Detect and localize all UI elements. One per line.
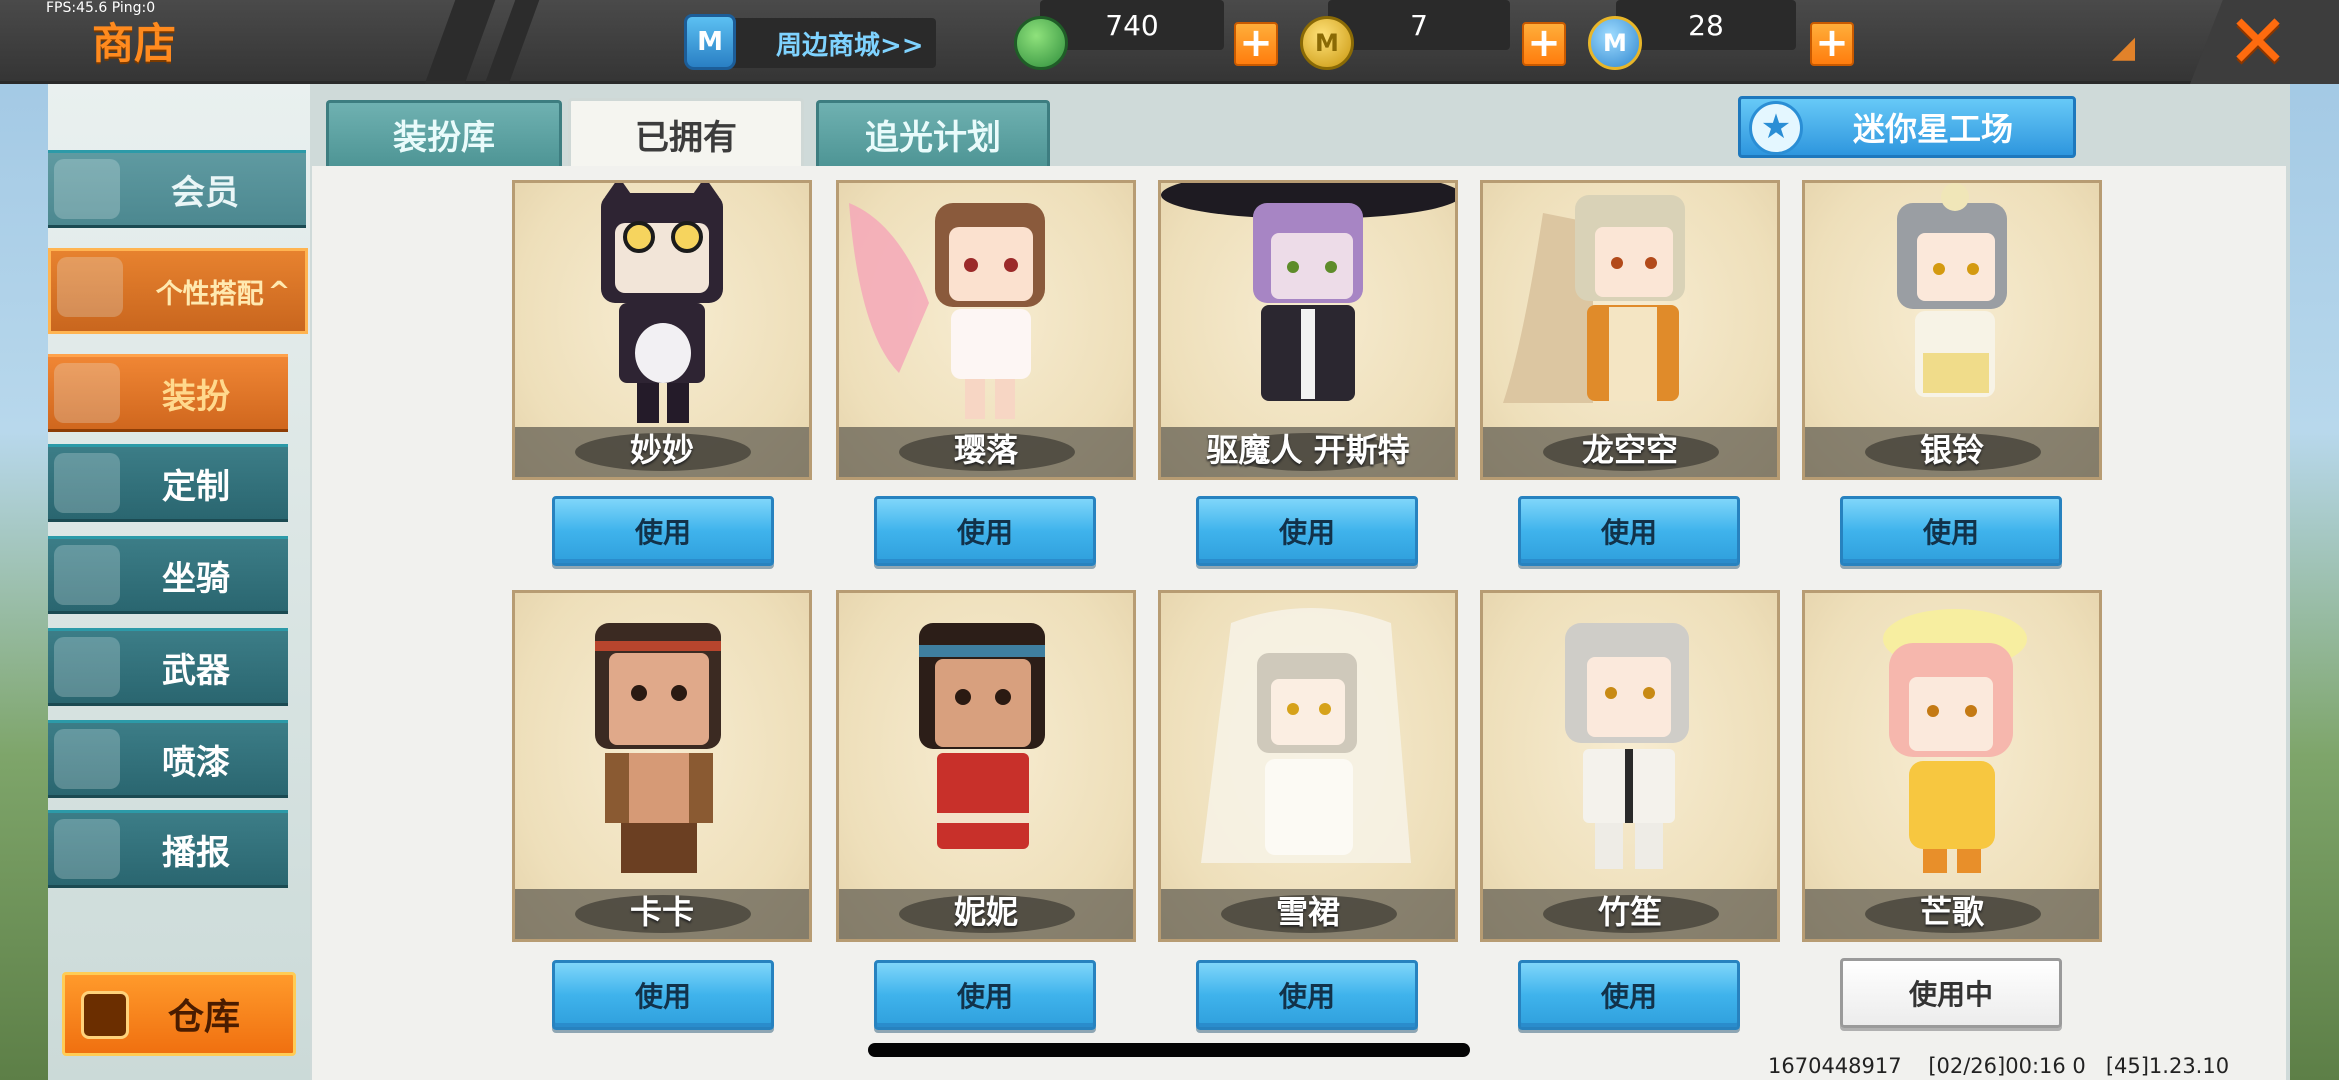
skin-name: 竹笙 — [1597, 893, 1662, 931]
skin-portrait — [601, 183, 723, 423]
mini-bean-icon — [1014, 16, 1068, 70]
mini-star-studio-button[interactable]: ★ 迷你星工场 — [1738, 96, 2076, 158]
sidebar-item-broadcast[interactable]: 播报 — [48, 810, 288, 888]
page-title: 商店 — [92, 19, 177, 68]
gun-icon — [54, 637, 120, 697]
add-beans-button[interactable]: + — [1234, 22, 1278, 66]
use-button[interactable]: 使用 — [1196, 496, 1418, 566]
use-button[interactable]: 使用 — [1518, 496, 1740, 566]
skin-portrait — [919, 623, 1045, 849]
sidebar-item-customize[interactable]: 定制 — [48, 444, 288, 522]
skin-portrait — [1201, 608, 1411, 863]
trophy-icon — [57, 257, 123, 317]
sidebar-group-personal-style[interactable]: 个性搭配 ^ — [48, 248, 308, 334]
skin-name: 龙空空 — [1581, 431, 1678, 469]
sidebar-item-dressup[interactable]: 装扮 — [48, 354, 288, 432]
tab-wardrobe[interactable]: 装扮库 — [326, 100, 562, 166]
pencil-icon — [54, 453, 120, 513]
group-label: 个性搭配 — [155, 278, 264, 310]
spray-can-icon — [54, 729, 120, 789]
skin-portrait — [1897, 183, 2007, 397]
add-stars-button[interactable]: + — [1810, 22, 1854, 66]
decor-stripe — [484, 0, 540, 84]
close-icon[interactable]: ✕ — [2220, 4, 2296, 80]
skin-card[interactable]: 芒歌 — [1802, 590, 2102, 942]
skin-name: 卡卡 — [629, 893, 694, 931]
shirt-icon — [54, 363, 120, 423]
skin-portrait — [1565, 623, 1689, 869]
star-coin-icon: M — [1588, 16, 1642, 70]
tab-owned[interactable]: 已拥有 — [568, 98, 804, 168]
add-coins-button[interactable]: + — [1522, 22, 1566, 66]
skin-card[interactable]: 驱魔人 开斯特 — [1158, 180, 1458, 480]
warehouse-button[interactable]: 仓库 — [62, 972, 296, 1056]
chevron-up-icon: ^ — [267, 275, 291, 307]
skin-name: 驱魔人 开斯特 — [1206, 431, 1410, 469]
home-indicator[interactable] — [868, 1043, 1470, 1057]
skin-portrait — [595, 623, 721, 873]
skin-portrait — [1883, 609, 2027, 873]
broadcast-icon — [54, 819, 120, 879]
merch-mall-button[interactable]: M 周边商城>> — [684, 14, 936, 70]
skin-portrait — [1503, 195, 1685, 403]
skin-card[interactable]: 竹笙 — [1480, 590, 1780, 942]
skin-portrait — [849, 203, 1045, 419]
mount-icon — [54, 545, 120, 605]
decor-stripe — [424, 0, 496, 84]
skin-name: 雪裙 — [1275, 893, 1340, 931]
skin-card[interactable]: 卡卡 — [512, 590, 812, 942]
currency-amount-stars: 28 — [1616, 0, 1796, 50]
use-button[interactable]: 使用 — [874, 496, 1096, 566]
sidebar-item-mount[interactable]: 坐骑 — [48, 536, 288, 614]
use-button[interactable]: 使用 — [874, 960, 1096, 1030]
sidebar-item-weapon[interactable]: 武器 — [48, 628, 288, 706]
build-info: 1670448917 [02/26]00:16 0 [45]1.23.10 — [1768, 1054, 2230, 1078]
use-button[interactable]: 使用 — [1518, 960, 1740, 1030]
member-icon — [54, 159, 120, 219]
skin-card[interactable]: 妮妮 — [836, 590, 1136, 942]
shopping-bag-icon: M — [684, 14, 736, 70]
skin-name: 芒歌 — [1919, 893, 1984, 931]
use-button[interactable]: 使用 — [1840, 496, 2062, 566]
skin-name: 妙妙 — [629, 431, 694, 469]
sidebar-item-spray[interactable]: 喷漆 — [48, 720, 288, 798]
rss-signal-icon[interactable]: ◢ — [2112, 30, 2144, 65]
star-icon: ★ — [1749, 101, 1803, 155]
skin-name: 银铃 — [1919, 431, 1984, 469]
skin-card[interactable]: 银铃 — [1802, 180, 2102, 480]
skin-name: 璎落 — [953, 431, 1018, 469]
chest-icon — [81, 991, 129, 1039]
mini-coin-icon: M — [1300, 16, 1354, 70]
tab-chase-light[interactable]: 追光计划 — [816, 100, 1050, 166]
skin-name: 妮妮 — [953, 893, 1018, 931]
skin-portrait — [1161, 183, 1455, 401]
currency-amount-coins: 7 — [1328, 0, 1510, 50]
sidebar-item-member[interactable]: 会员 — [48, 150, 306, 228]
use-button[interactable]: 使用 — [552, 960, 774, 1030]
skin-card[interactable]: 雪裙 — [1158, 590, 1458, 942]
skin-card[interactable]: 璎落 — [836, 180, 1136, 480]
merch-mall-label: 周边商城>> — [776, 30, 924, 61]
skin-card[interactable]: 妙妙 — [512, 180, 812, 480]
use-button[interactable]: 使用 — [552, 496, 774, 566]
in-use-button[interactable]: 使用中 — [1840, 958, 2062, 1028]
skin-card[interactable]: 龙空空 — [1480, 180, 1780, 480]
use-button[interactable]: 使用 — [1196, 960, 1418, 1030]
